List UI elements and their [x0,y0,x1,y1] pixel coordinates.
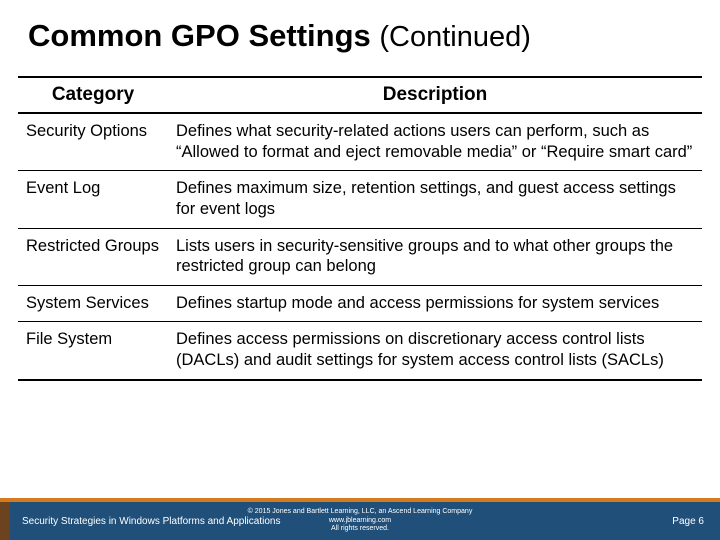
cell-description: Defines maximum size, retention settings… [168,171,702,228]
footer-copyright: © 2015 Jones and Bartlett Learning, LLC,… [248,508,473,533]
cell-description: Defines what security-related actions us… [168,113,702,171]
cell-category: Security Options [18,113,168,171]
footer-book-title: Security Strategies in Windows Platforms… [22,516,280,527]
title-main: Common GPO Settings [28,18,379,53]
page-title: Common GPO Settings (Continued) [0,0,720,62]
cell-category: Restricted Groups [18,228,168,285]
table-container: Category Description Security Options De… [0,62,720,381]
footer-bar: Security Strategies in Windows Platforms… [0,502,720,540]
table-row: Event Log Defines maximum size, retentio… [18,171,702,228]
copyright-line: © 2015 Jones and Bartlett Learning, LLC,… [248,508,473,516]
table-row: System Services Defines startup mode and… [18,285,702,322]
cell-description: Defines startup mode and access permissi… [168,285,702,322]
gpo-settings-table: Category Description Security Options De… [18,76,702,381]
header-description: Description [168,77,702,113]
table-row: Restricted Groups Lists users in securit… [18,228,702,285]
cell-category: File System [18,322,168,380]
copyright-rights: All rights reserved. [248,525,473,533]
title-continued: (Continued) [379,21,531,53]
cell-category: Event Log [18,171,168,228]
slide: Common GPO Settings (Continued) Category… [0,0,720,540]
footer-accent [0,502,10,540]
copyright-url: www.jblearning.com [248,517,473,525]
cell-category: System Services [18,285,168,322]
page-number: Page 6 [672,516,704,527]
slide-footer: Security Strategies in Windows Platforms… [0,498,720,540]
cell-description: Defines access permissions on discretion… [168,322,702,380]
table-header-row: Category Description [18,77,702,113]
cell-description: Lists users in security-sensitive groups… [168,228,702,285]
table-row: Security Options Defines what security-r… [18,113,702,171]
header-category: Category [18,77,168,113]
table-row: File System Defines access permissions o… [18,322,702,380]
